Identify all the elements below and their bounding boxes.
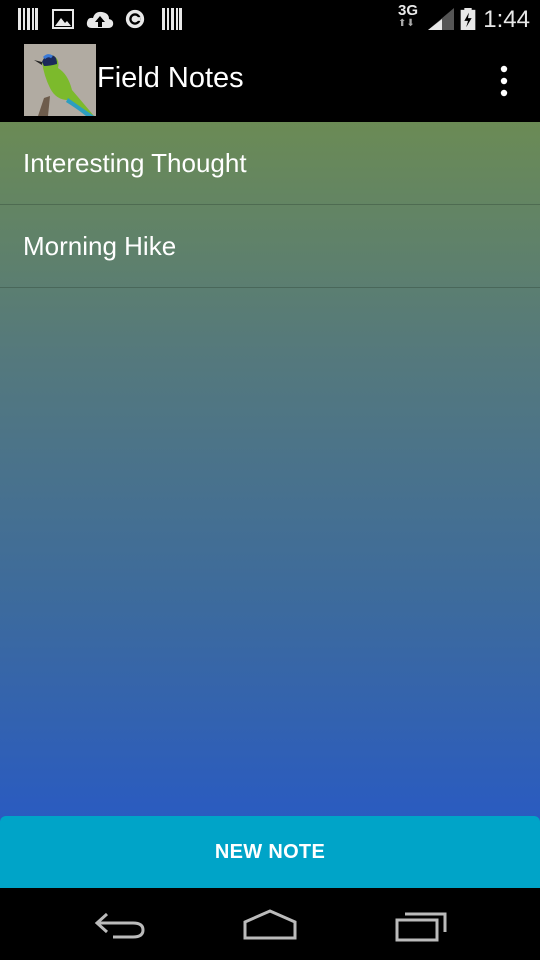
new-note-button[interactable]: NEW NOTE (0, 816, 540, 888)
overflow-menu-icon[interactable] (492, 64, 516, 98)
home-icon[interactable] (242, 906, 298, 942)
note-title: Morning Hike (23, 230, 177, 261)
cloud-upload-icon (86, 11, 114, 28)
clock: 1:44 (483, 6, 530, 33)
app-title: Field Notes (97, 62, 244, 94)
barcode-icon (18, 8, 38, 30)
bird-logo-icon[interactable] (24, 44, 96, 116)
network-3g-icon: 3G ⬆⬇ (398, 2, 419, 29)
sync-icon (125, 9, 145, 29)
barcode-icon (162, 8, 182, 30)
navigation-bar (0, 888, 540, 960)
note-title: Interesting Thought (23, 147, 247, 178)
list-item[interactable]: Interesting Thought (0, 122, 540, 205)
battery-charging-icon (460, 8, 476, 30)
notes-list: Interesting Thought Morning Hike (0, 122, 540, 888)
image-icon (52, 9, 74, 29)
back-icon[interactable] (93, 906, 147, 942)
recent-apps-icon[interactable] (395, 906, 449, 942)
list-item[interactable]: Morning Hike (0, 205, 540, 288)
signal-icon (428, 8, 454, 30)
status-bar: 3G ⬆⬇ 1:44 (0, 0, 540, 38)
action-bar: Field Notes (0, 38, 540, 122)
